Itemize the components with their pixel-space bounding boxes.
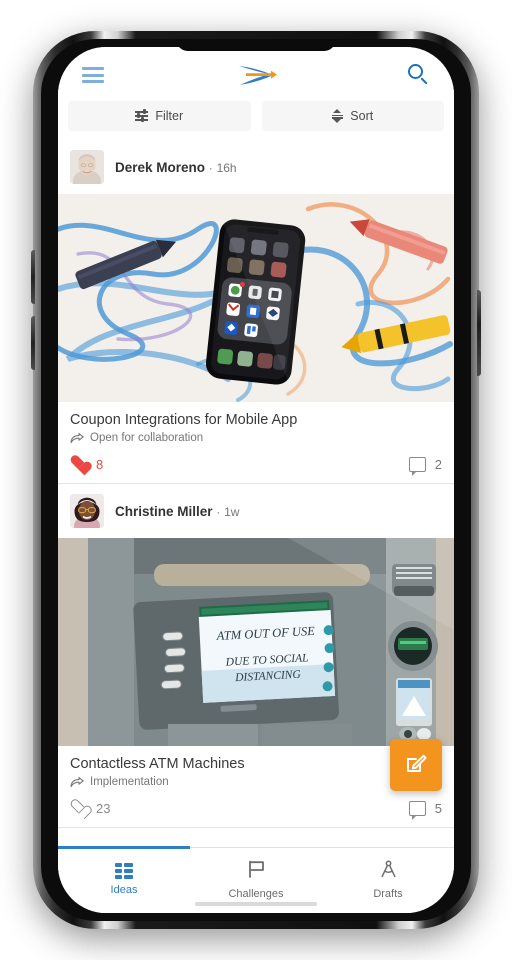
like-count: 8 xyxy=(96,456,104,472)
avatar-christine-miller[interactable] xyxy=(70,494,104,529)
post-stage: Implementation xyxy=(70,776,442,788)
post-author: Derek Moreno · 16h xyxy=(115,159,237,175)
like-group[interactable]: 23 xyxy=(70,800,110,816)
drafting-compass-icon xyxy=(379,859,398,883)
post-time-separator: · xyxy=(216,504,221,519)
sort-button[interactable]: Sort xyxy=(261,101,444,131)
post-actions: 8 2 xyxy=(58,450,454,483)
volume-up-button[interactable] xyxy=(31,250,35,304)
heart-icon[interactable] xyxy=(70,456,87,472)
app-bar xyxy=(58,47,454,99)
comment-group[interactable]: 2 xyxy=(408,456,442,476)
comment-group[interactable]: 5 xyxy=(408,800,442,820)
nav-label-challenges: Challenges xyxy=(228,887,284,900)
like-count: 23 xyxy=(96,800,111,816)
phone-notch xyxy=(176,39,336,51)
post-actions: 23 5 xyxy=(58,794,454,827)
post-stage-label: Implementation xyxy=(90,776,169,789)
share-arrow-icon xyxy=(70,776,84,788)
post-title[interactable]: Contactless ATM Machines xyxy=(70,755,442,773)
post-image-atm[interactable]: ATM OUT OF USE DUE TO SOCIAL DISTANCING xyxy=(58,538,454,747)
sort-button-label: Sort xyxy=(350,109,374,123)
comment-bubble-icon[interactable] xyxy=(408,456,426,476)
search-handle xyxy=(420,77,428,85)
compose-edit-icon xyxy=(404,751,428,780)
search-icon[interactable] xyxy=(408,64,430,86)
like-group[interactable]: 8 xyxy=(70,456,103,472)
comment-count: 5 xyxy=(434,800,442,816)
post-header: Derek Moreno · 16h xyxy=(58,140,454,194)
post-header: Christine Miller · 1w xyxy=(58,484,454,538)
nav-label-ideas: Ideas xyxy=(110,884,138,896)
power-button[interactable] xyxy=(477,290,481,376)
heart-icon[interactable] xyxy=(70,800,87,816)
post-body: Coupon Integrations for Mobile App Open … xyxy=(58,402,454,450)
post-time-separator: · xyxy=(208,160,213,175)
nav-active-indicator xyxy=(58,846,190,849)
nav-item-drafts[interactable]: Drafts xyxy=(322,848,454,905)
phone-screen: Filter Sort Derek Moreno · 16h Coupon In… xyxy=(58,47,454,913)
home-indicator xyxy=(195,902,317,906)
nav-item-ideas[interactable]: Ideas xyxy=(58,848,190,905)
post-title[interactable]: Coupon Integrations for Mobile App xyxy=(70,411,442,429)
post-author: Christine Miller · 1w xyxy=(115,503,240,519)
filter-sort-bar: Filter Sort xyxy=(58,99,454,140)
hamburger-bar xyxy=(82,67,104,70)
grid-ideas-icon xyxy=(115,863,133,880)
post-time: 16h xyxy=(216,160,237,175)
filter-sliders-icon xyxy=(135,109,149,123)
share-arrow-icon xyxy=(70,432,84,444)
post-time: 1w xyxy=(224,504,240,519)
flag-icon xyxy=(247,860,266,883)
post-stage-label: Open for collaboration xyxy=(90,432,204,445)
avatar-derek-moreno[interactable] xyxy=(70,150,104,184)
post-image-crayons[interactable] xyxy=(58,194,454,402)
volume-down-button[interactable] xyxy=(31,316,35,370)
hamburger-menu-icon[interactable] xyxy=(82,67,104,83)
post-stage: Open for collaboration xyxy=(70,432,442,444)
comment-count: 2 xyxy=(434,456,442,472)
hamburger-bar xyxy=(82,80,104,83)
company-arrow-logo xyxy=(233,61,279,89)
idea-feed-list[interactable]: Derek Moreno · 16h Coupon Integrations f… xyxy=(58,140,454,847)
filter-button[interactable]: Filter xyxy=(68,101,251,131)
comment-bubble-icon[interactable] xyxy=(408,800,426,820)
nav-item-challenges[interactable]: Challenges xyxy=(190,848,322,905)
hamburger-bar xyxy=(82,73,104,77)
nav-label-drafts: Drafts xyxy=(373,887,403,900)
sort-arrows-icon xyxy=(332,109,343,123)
filter-button-label: Filter xyxy=(155,109,184,123)
compose-idea-fab[interactable] xyxy=(390,739,442,791)
post-card[interactable]: Derek Moreno · 16h Coupon Integrations f… xyxy=(58,140,454,485)
